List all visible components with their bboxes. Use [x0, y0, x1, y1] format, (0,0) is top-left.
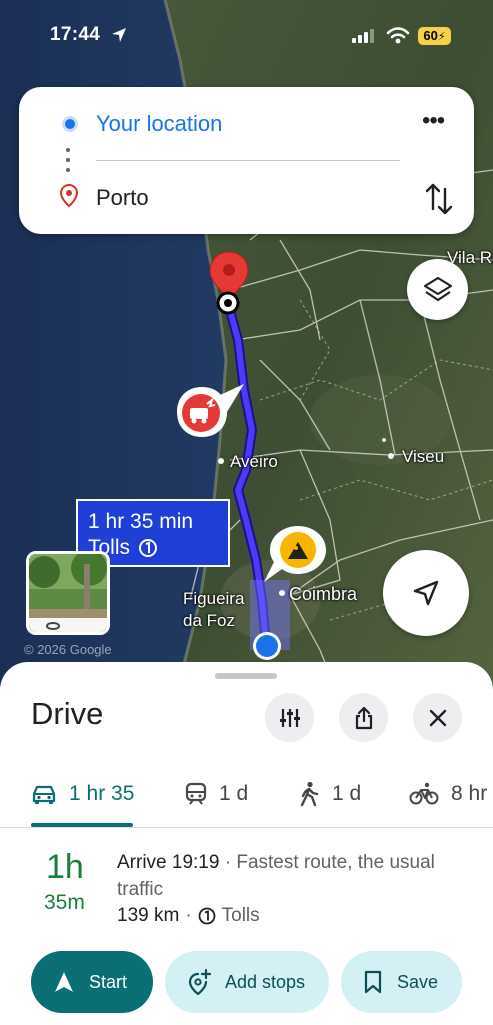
destination-pin-icon[interactable] — [206, 250, 252, 318]
tab-drive-label: 1 hr 35 — [69, 782, 135, 805]
add-stops-label: Add stops — [225, 971, 306, 992]
tab-divider — [0, 827, 493, 828]
accident-icon[interactable] — [172, 382, 248, 448]
tab-transit[interactable]: 1 d — [185, 774, 248, 814]
origin-field[interactable]: Your location — [96, 111, 222, 137]
start-button[interactable]: Start — [31, 951, 153, 1013]
drag-handle[interactable] — [215, 673, 277, 679]
route-bottom-sheet: Drive 1 hr 35 1 d 1 d 8 hr 1h 35m Arrive… — [0, 662, 493, 1025]
destination-field[interactable]: Porto — [96, 185, 149, 211]
close-button[interactable] — [413, 693, 462, 742]
tab-walk[interactable]: 1 d — [298, 774, 361, 814]
tab-transit-label: 1 d — [219, 782, 249, 805]
eta-hours: 1h — [46, 848, 84, 886]
tab-cycle-label: 8 hr — [451, 782, 488, 805]
map-copyright: © 2026 Google — [24, 642, 112, 657]
bookmark-icon — [364, 970, 382, 994]
status-time: 17:44 — [50, 24, 101, 45]
map-label-da-foz: da Foz — [183, 611, 235, 630]
street-view-thumbnail[interactable] — [26, 551, 110, 635]
close-icon — [429, 709, 447, 727]
origin-dot-icon — [62, 116, 78, 132]
current-location-dot — [253, 632, 281, 660]
tab-drive[interactable]: 1 hr 35 — [31, 774, 134, 814]
car-icon — [32, 785, 56, 804]
arrival-description[interactable]: Arrive 19:19 · Fastest route, the usual … — [117, 849, 437, 903]
walk-icon — [300, 781, 319, 807]
wifi-icon — [386, 27, 410, 44]
toll-icon — [198, 907, 216, 925]
route-distance: 139 km — [117, 905, 180, 926]
recenter-button[interactable] — [383, 550, 469, 636]
share-icon — [355, 706, 373, 730]
swap-icon[interactable] — [424, 181, 454, 217]
route-options-button[interactable] — [265, 693, 314, 742]
arrival-time: Arrive 19:19 — [117, 852, 220, 873]
tab-walk-label: 1 d — [332, 782, 362, 805]
more-options-button[interactable]: ••• — [422, 109, 445, 133]
distance-row: 139 km · Tolls — [117, 905, 260, 927]
destination-pin-small-icon — [60, 184, 78, 208]
location-services-icon — [112, 28, 126, 42]
toll-icon — [139, 539, 158, 557]
add-stops-button[interactable]: Add stops — [165, 951, 329, 1013]
map-label-coimbra: Coimbra — [289, 584, 358, 604]
cellular-signal-icon — [352, 29, 374, 43]
bike-icon — [409, 782, 439, 805]
layers-button[interactable] — [407, 259, 468, 320]
map-label-aveiro: Aveiro — [230, 452, 278, 471]
layers-icon — [423, 276, 453, 302]
status-bar: 17:44 60⚡ — [0, 0, 493, 70]
field-divider — [96, 160, 400, 161]
route-duration-text: 1 hr 35 min — [88, 510, 194, 533]
sliders-icon — [280, 709, 300, 727]
eta-minutes: 35m — [44, 891, 85, 914]
add-stop-icon — [188, 969, 211, 995]
directions-card: Your location ••• Porto — [19, 87, 474, 234]
start-label: Start — [89, 971, 128, 992]
map-label-viseu: Viseu — [402, 447, 445, 466]
roadworks-icon[interactable] — [258, 524, 330, 586]
share-button[interactable] — [339, 693, 388, 742]
sheet-title: Drive — [31, 696, 104, 731]
route-dots-icon — [66, 148, 70, 174]
navigation-arrow-icon — [413, 580, 439, 606]
separator-dot: · — [185, 905, 192, 926]
battery-indicator: 60⚡ — [418, 27, 451, 45]
navigation-arrow-icon — [55, 972, 73, 992]
train-icon — [185, 782, 207, 805]
street-view-image — [29, 554, 107, 632]
save-button[interactable]: Save — [341, 951, 462, 1013]
charging-bolt-icon: ⚡ — [437, 31, 446, 43]
map-label-figueira: Figueira — [183, 589, 245, 608]
save-label: Save — [397, 971, 439, 992]
tab-cycle[interactable]: 8 hr — [409, 774, 487, 814]
tolls-label: Tolls — [221, 905, 260, 926]
battery-level: 60 — [423, 28, 438, 43]
